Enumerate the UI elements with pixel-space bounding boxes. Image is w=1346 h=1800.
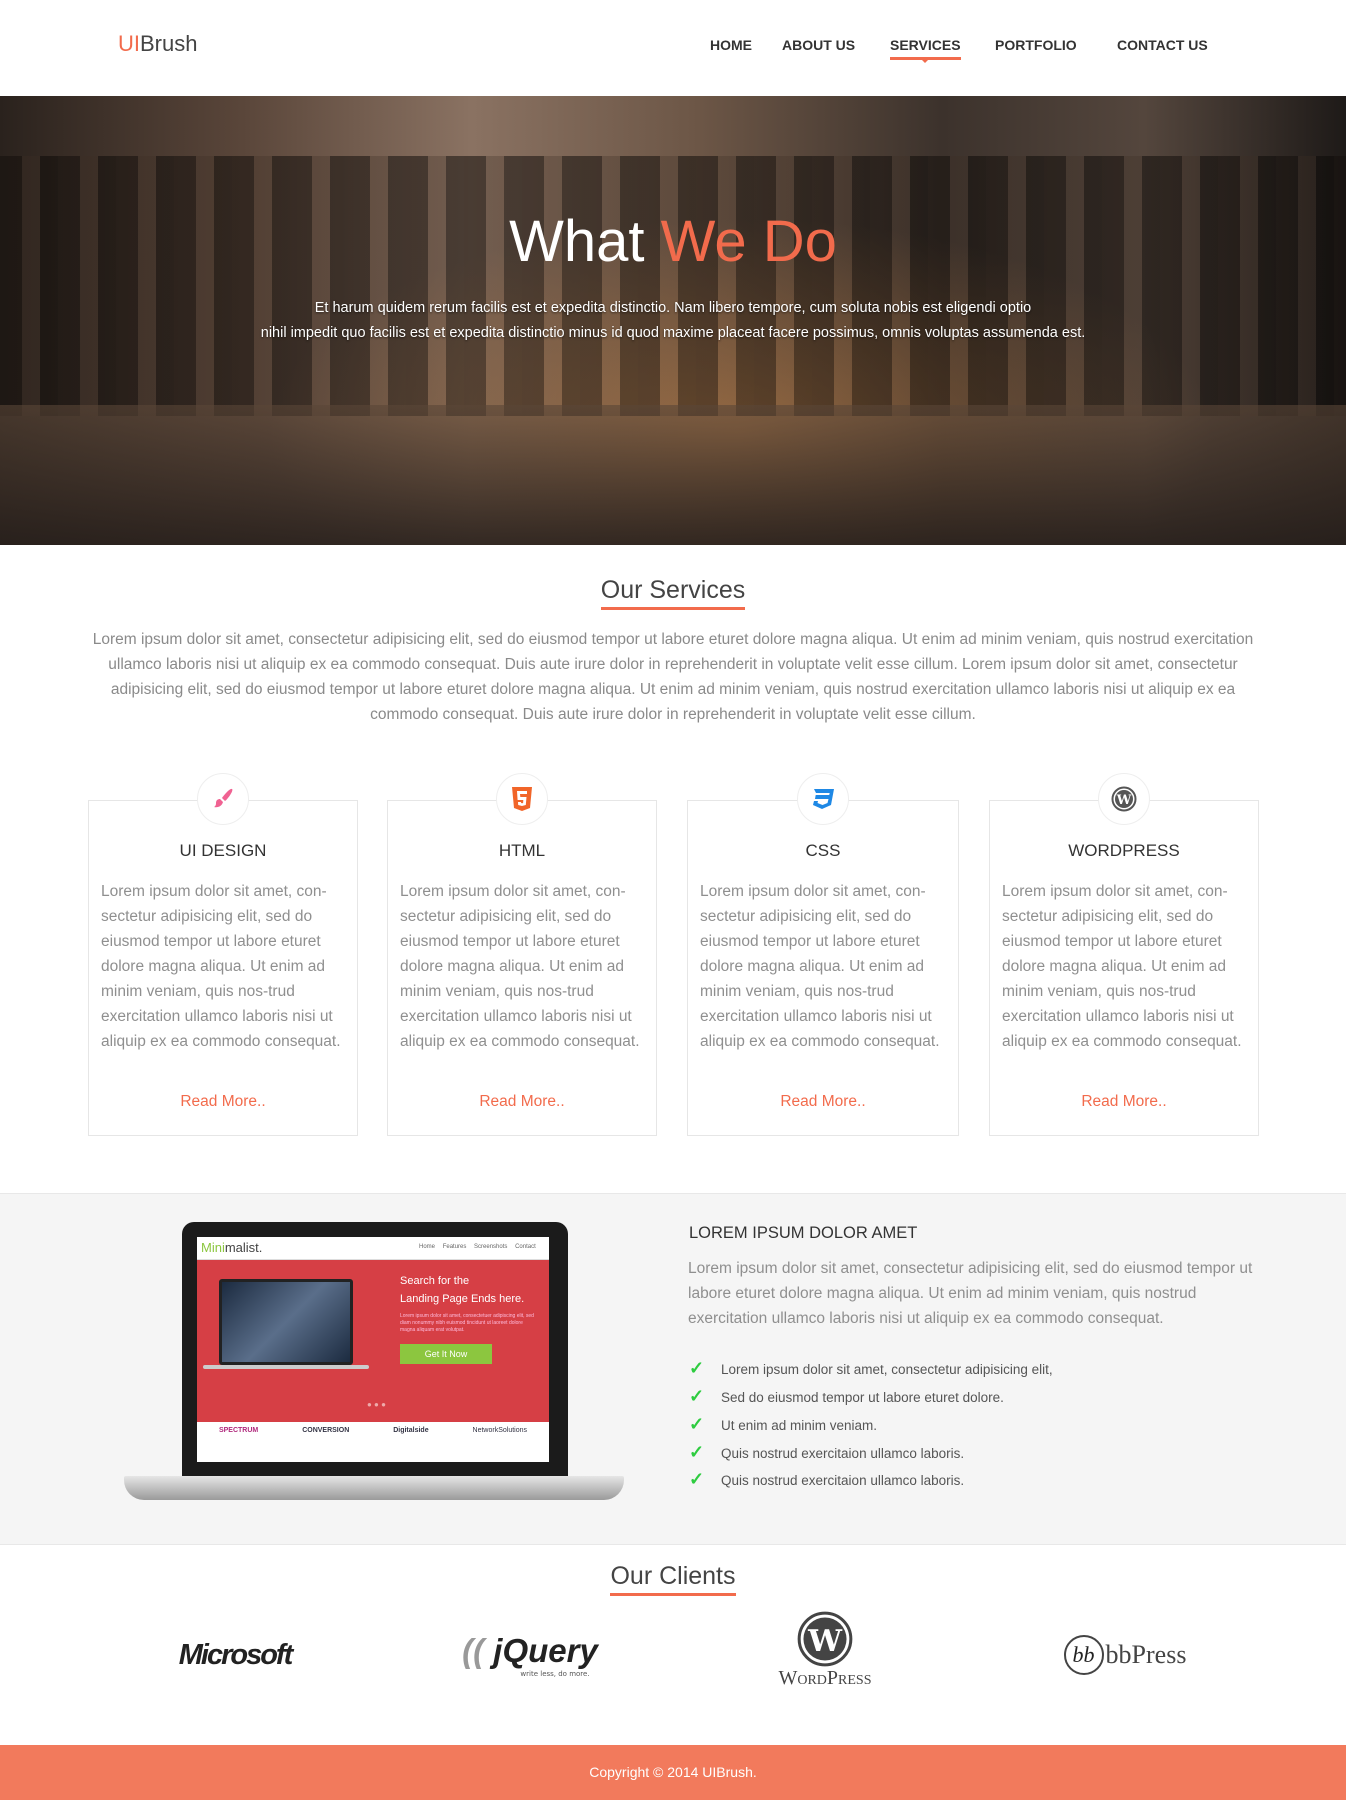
checklist-item: ✓ Quis nostrud exercitaion ullamco labori…	[689, 1469, 965, 1489]
html5-icon	[496, 773, 548, 825]
check-icon: ✓	[689, 1386, 705, 1406]
check-icon: ✓	[689, 1358, 705, 1378]
card-title: WORDPRESS	[1068, 841, 1180, 860]
checklist-item: ✓ Lorem ipsum dolor sit amet, consectetur…	[689, 1358, 1053, 1378]
services-title: Our Services	[0, 576, 1346, 610]
feature-section: Minimalist. Home Features Screenshots Co…	[0, 1193, 1346, 1545]
nav-portfolio[interactable]: PORTFOLIO	[995, 37, 1077, 53]
css3-icon	[797, 773, 849, 825]
hero-text-line: Et harum quidem rerum facilis est et exp…	[314, 300, 1032, 316]
client-logo-microsoft: Microsoft	[178, 1638, 293, 1671]
checklist-item: ✓ Quis nostrud exercitaion ullamco labori…	[689, 1442, 965, 1462]
client-logo-jquery: (( jQuery write less, do more.	[462, 1632, 598, 1678]
card-text: Lorem ipsum dolor sit amet, con-sectetur…	[400, 883, 640, 1050]
wordpress-icon: W	[1098, 773, 1150, 825]
service-card-html: HTML Lorem ipsum dolor sit amet, con-sec…	[387, 773, 657, 1136]
wordpress-logo-icon: W	[797, 1611, 853, 1666]
hero-image-street	[0, 405, 1346, 545]
services-intro: Lorem ipsum dolor sit amet, consectetur …	[92, 631, 1254, 723]
feature-title: LOREM IPSUM DOLOR AMET	[689, 1224, 918, 1242]
check-icon: ✓	[689, 1414, 705, 1434]
logo[interactable]: UIBrush	[118, 31, 197, 57]
mockup-screen: Minimalist. Home Features Screenshots Co…	[197, 1237, 549, 1462]
nav-services[interactable]: SERVICES	[890, 37, 961, 63]
check-icon: ✓	[689, 1442, 705, 1462]
service-card-wordpress: W WORDPRESS Lorem ipsum dolor sit amet, …	[989, 773, 1259, 1136]
nav-about-us[interactable]: ABOUT US	[782, 37, 855, 53]
read-more-link[interactable]: Read More..	[388, 1093, 656, 1111]
client-logo-wordpress: W WordPress	[740, 1605, 910, 1695]
service-card-css: CSS Lorem ipsum dolor sit amet, con-sect…	[687, 773, 959, 1136]
card-text: Lorem ipsum dolor sit amet, con-sectetur…	[700, 883, 940, 1050]
svg-text:W: W	[807, 1623, 843, 1658]
mockup-cta: Get It Now	[400, 1344, 492, 1364]
card-text: Lorem ipsum dolor sit amet, con-sectetur…	[101, 883, 341, 1050]
feature-paragraph: Lorem ipsum dolor sit amet, consectetur …	[688, 1260, 1253, 1327]
hero-image-crowd	[0, 156, 1346, 416]
checklist-item: ✓ Ut enim ad minim veniam.	[689, 1414, 878, 1434]
card-text: Lorem ipsum dolor sit amet, con-sectetur…	[1002, 883, 1242, 1050]
checklist-item: ✓ Sed do eiusmod tempor ut labore eturet …	[689, 1386, 1004, 1406]
footer: Copyright © 2014 UIBrush.	[0, 1745, 1346, 1800]
client-logo-bbpress: bb bbPress	[1040, 1610, 1210, 1700]
card-title: UI DESIGN	[179, 841, 267, 860]
laptop-mockup: Minimalist. Home Features Screenshots Co…	[124, 1222, 624, 1502]
service-card-ui-design: UI DESIGN Lorem ipsum dolor sit amet, co…	[88, 773, 358, 1136]
mockup-laptop-image	[219, 1279, 353, 1365]
paintbrush-icon	[197, 773, 249, 825]
check-icon: ✓	[689, 1469, 705, 1489]
hero-title: What We Do	[509, 209, 837, 274]
read-more-link[interactable]: Read More..	[688, 1093, 958, 1111]
read-more-link[interactable]: Read More..	[990, 1093, 1258, 1111]
hero-banner: What We Do Et harum quidem rerum facilis…	[0, 96, 1346, 545]
card-title: HTML	[498, 841, 546, 860]
clients-title: Our Clients	[0, 1562, 1346, 1596]
top-nav: UIBrush HOME ABOUT US SERVICES PORTFOLIO…	[0, 0, 1346, 96]
copyright-text: Copyright © 2014 UIBrush.	[589, 1764, 757, 1780]
bbpress-icon: bb	[1063, 1635, 1104, 1675]
svg-text:W: W	[1116, 793, 1132, 808]
hero-text-line: nihil impedit quo facilis est et expedit…	[260, 325, 1086, 341]
nav-contact-us[interactable]: CONTACT US	[1117, 37, 1208, 53]
card-title: CSS	[805, 841, 841, 860]
read-more-link[interactable]: Read More..	[89, 1093, 357, 1111]
nav-home[interactable]: HOME	[710, 37, 752, 53]
